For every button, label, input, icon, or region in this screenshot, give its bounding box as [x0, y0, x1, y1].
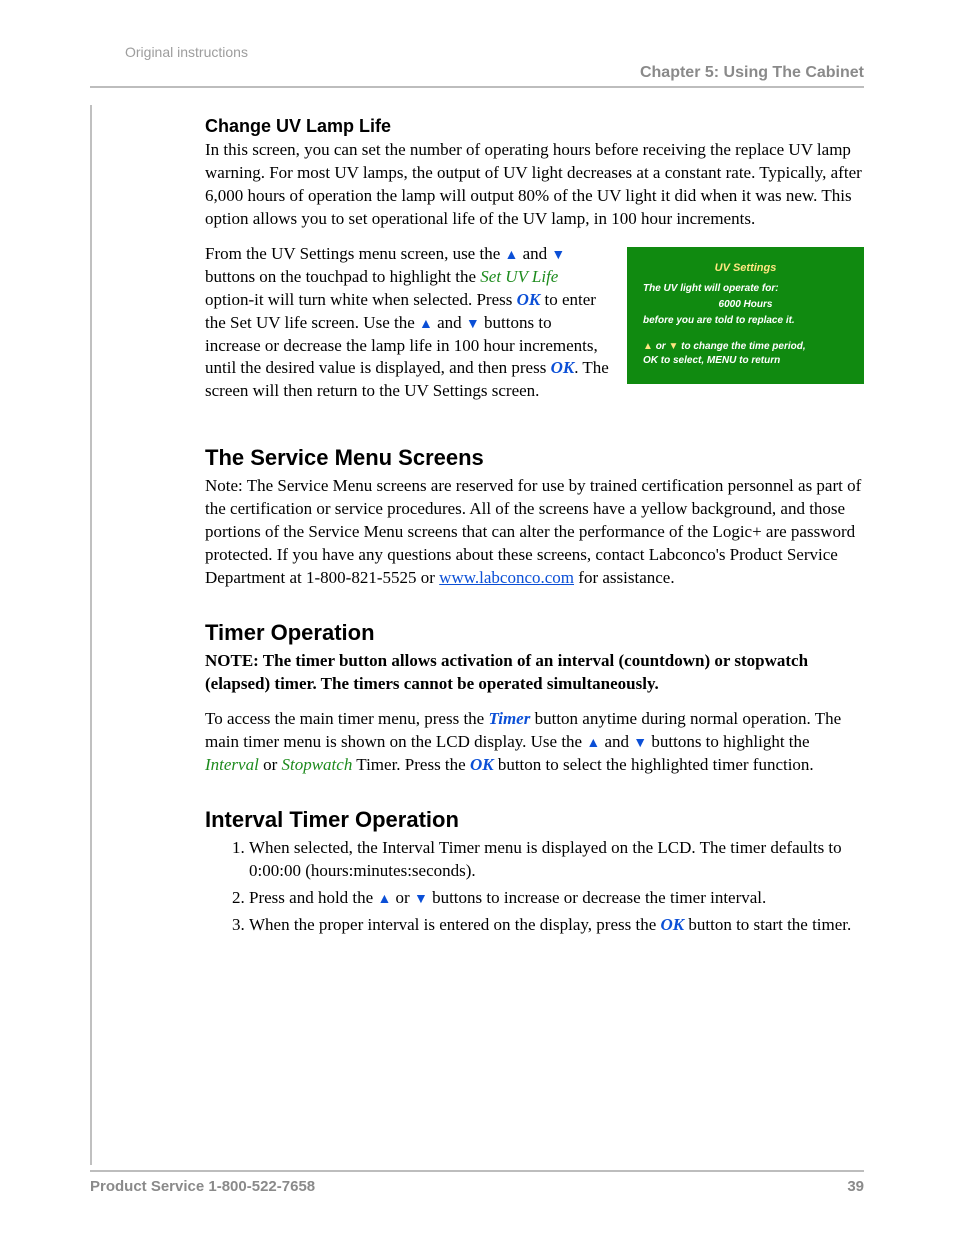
page-footer: Product Service 1-800-522-7658 39 [90, 1170, 864, 1195]
chapter-heading: Chapter 5: Using The Cabinet [90, 64, 864, 86]
txt: button to select the highlighted timer f… [494, 755, 814, 774]
uv-settings-lcd-panel: UV Settings The UV light will operate fo… [627, 247, 864, 384]
product-service-label: Product Service 1-800-522-7658 [90, 1178, 315, 1195]
uv-panel-hint: ▲ or ▼ to change the time period, OK to … [643, 340, 848, 368]
up-arrow-icon: ▲ [505, 248, 519, 263]
txt: for assistance. [574, 568, 675, 587]
txt: buttons on the touchpad to highlight the [205, 267, 480, 286]
txt: Timer. Press the [352, 755, 470, 774]
ok-button-label: OK [470, 755, 494, 774]
uv-hint-c: OK to select, MENU to return [643, 355, 780, 366]
txt: or [259, 755, 282, 774]
down-arrow-icon: ▼ [633, 736, 647, 751]
timer-note: NOTE: The timer button allows activation… [205, 650, 864, 696]
txt: button to start the timer. [684, 915, 851, 934]
stopwatch-label: Stopwatch [282, 755, 353, 774]
interval-label: Interval [205, 755, 259, 774]
set-uv-life-label: Set UV Life [480, 267, 558, 286]
txt: Press and hold the [249, 888, 377, 907]
up-arrow-icon: ▲ [586, 736, 600, 751]
timer-paragraph: To access the main timer menu, press the… [205, 708, 864, 777]
uv-panel-line1: The UV light will operate for: [643, 282, 848, 296]
left-margin-rule [90, 105, 92, 1165]
txt: option-it will turn white when selected.… [205, 290, 517, 309]
uv-panel-line2: before you are told to replace it. [643, 314, 848, 328]
heading-interval-timer-operation: Interval Timer Operation [205, 807, 864, 833]
down-arrow-icon: ▼ [668, 341, 678, 352]
heading-change-uv-lamp-life: Change UV Lamp Life [205, 116, 864, 137]
down-arrow-icon: ▼ [551, 248, 565, 263]
ok-button-label: OK [517, 290, 541, 309]
txt: and [600, 732, 633, 751]
txt: From the UV Settings menu screen, use th… [205, 244, 505, 263]
uv-life-paragraph-1: In this screen, you can set the number o… [205, 139, 864, 231]
list-item: When the proper interval is entered on t… [249, 914, 864, 937]
original-instructions-label: Original instructions [125, 44, 864, 60]
txt: or [391, 888, 414, 907]
interval-timer-steps: When selected, the Interval Timer menu i… [227, 837, 864, 937]
txt: When the proper interval is entered on t… [249, 915, 661, 934]
service-menu-paragraph: Note: The Service Menu screens are reser… [205, 475, 864, 590]
down-arrow-icon: ▼ [414, 892, 428, 907]
txt: To access the main timer menu, press the [205, 709, 488, 728]
page-number: 39 [847, 1178, 864, 1195]
uv-panel-title: UV Settings [643, 261, 848, 276]
labconco-link[interactable]: www.labconco.com [439, 568, 574, 587]
up-arrow-icon: ▲ [643, 341, 653, 352]
uv-hint-b: to change the time period, [681, 341, 805, 352]
list-item: Press and hold the ▲ or ▼ buttons to inc… [249, 887, 864, 910]
timer-button-label: Timer [488, 709, 530, 728]
ok-button-label: OK [661, 915, 685, 934]
list-item: When selected, the Interval Timer menu i… [249, 837, 864, 883]
txt: and [433, 313, 466, 332]
txt: buttons to increase or decrease the time… [428, 888, 766, 907]
up-arrow-icon: ▲ [419, 317, 433, 332]
txt: and [518, 244, 551, 263]
uv-panel-hours: 6000 Hours [643, 298, 848, 312]
uv-hint-or: or [656, 341, 666, 352]
down-arrow-icon: ▼ [466, 317, 480, 332]
heading-timer-operation: Timer Operation [205, 620, 864, 646]
header-rule [90, 86, 864, 88]
ok-button-label: OK [551, 358, 575, 377]
txt: buttons to highlight the [647, 732, 809, 751]
heading-service-menu-screens: The Service Menu Screens [205, 445, 864, 471]
up-arrow-icon: ▲ [377, 892, 391, 907]
